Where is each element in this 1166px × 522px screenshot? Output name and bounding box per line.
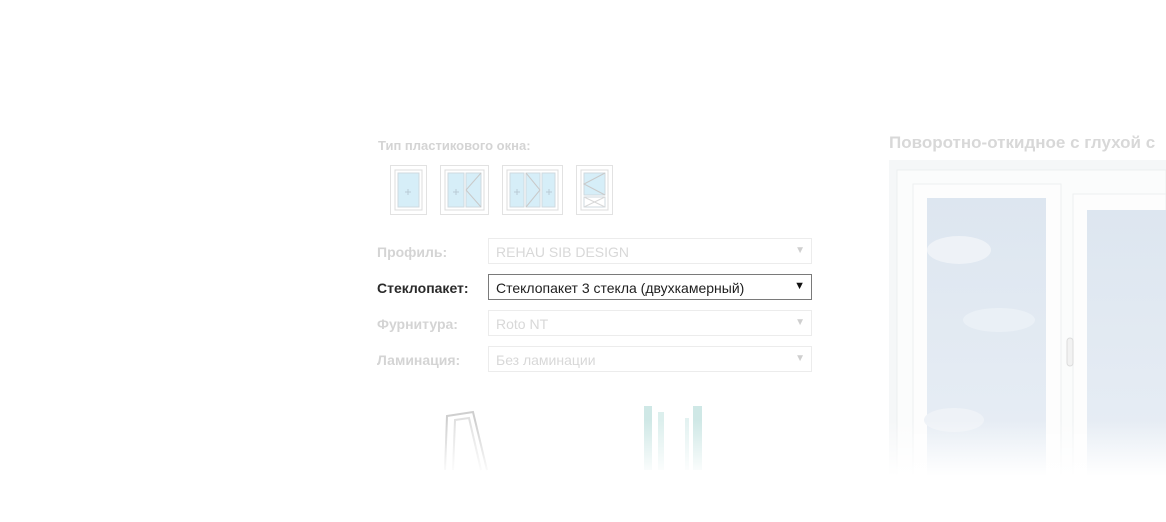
window-type-triple[interactable] bbox=[502, 165, 563, 215]
profile-label: Профиль: bbox=[377, 244, 448, 260]
lamination-select[interactable]: Без ламинации ▼ bbox=[488, 346, 812, 372]
lamination-label: Ламинация: bbox=[377, 352, 461, 368]
profile-value: REHAU SIB DESIGN bbox=[496, 244, 630, 260]
dropdown-arrow-icon: ▼ bbox=[795, 353, 805, 364]
triple-sash-icon bbox=[506, 169, 559, 211]
window-type-balcony[interactable] bbox=[576, 165, 613, 215]
window-type-single[interactable] bbox=[390, 165, 427, 215]
balcony-door-icon bbox=[580, 169, 609, 211]
fittings-value: Roto NT bbox=[496, 316, 549, 332]
glazing-select[interactable]: Стеклопакет 3 стекла (двухкамерный) ▼ bbox=[488, 274, 812, 300]
profile-select[interactable]: REHAU SIB DESIGN ▼ bbox=[488, 238, 812, 264]
lamination-row: Ламинация: Без ламинации ▼ bbox=[377, 346, 813, 372]
dropdown-arrow-icon: ▼ bbox=[795, 317, 805, 328]
glazing-row: Стеклопакет: Стеклопакет 3 стекла (двухк… bbox=[377, 274, 813, 300]
preview-title: Поворотно-откидное с глухой с bbox=[889, 133, 1156, 152]
dropdown-arrow-icon: ▼ bbox=[795, 245, 805, 256]
fittings-row: Фурнитура: Roto NT ▼ bbox=[377, 310, 813, 336]
lamination-value: Без ламинации bbox=[496, 352, 596, 368]
fittings-select[interactable]: Roto NT ▼ bbox=[488, 310, 812, 336]
double-sash-icon bbox=[444, 169, 485, 211]
profile-row: Профиль: REHAU SIB DESIGN ▼ bbox=[377, 238, 813, 264]
glazing-label: Стеклопакет: bbox=[377, 280, 469, 296]
single-sash-icon bbox=[394, 169, 423, 211]
window-type-heading: Тип пластикового окна: bbox=[378, 138, 531, 153]
dropdown-arrow-icon: ▼ bbox=[794, 280, 805, 292]
window-type-double[interactable] bbox=[440, 165, 489, 215]
glazing-value: Стеклопакет 3 стекла (двухкамерный) bbox=[496, 280, 745, 296]
fittings-label: Фурнитура: bbox=[377, 316, 458, 332]
bottom-fade-overlay bbox=[0, 420, 1166, 522]
